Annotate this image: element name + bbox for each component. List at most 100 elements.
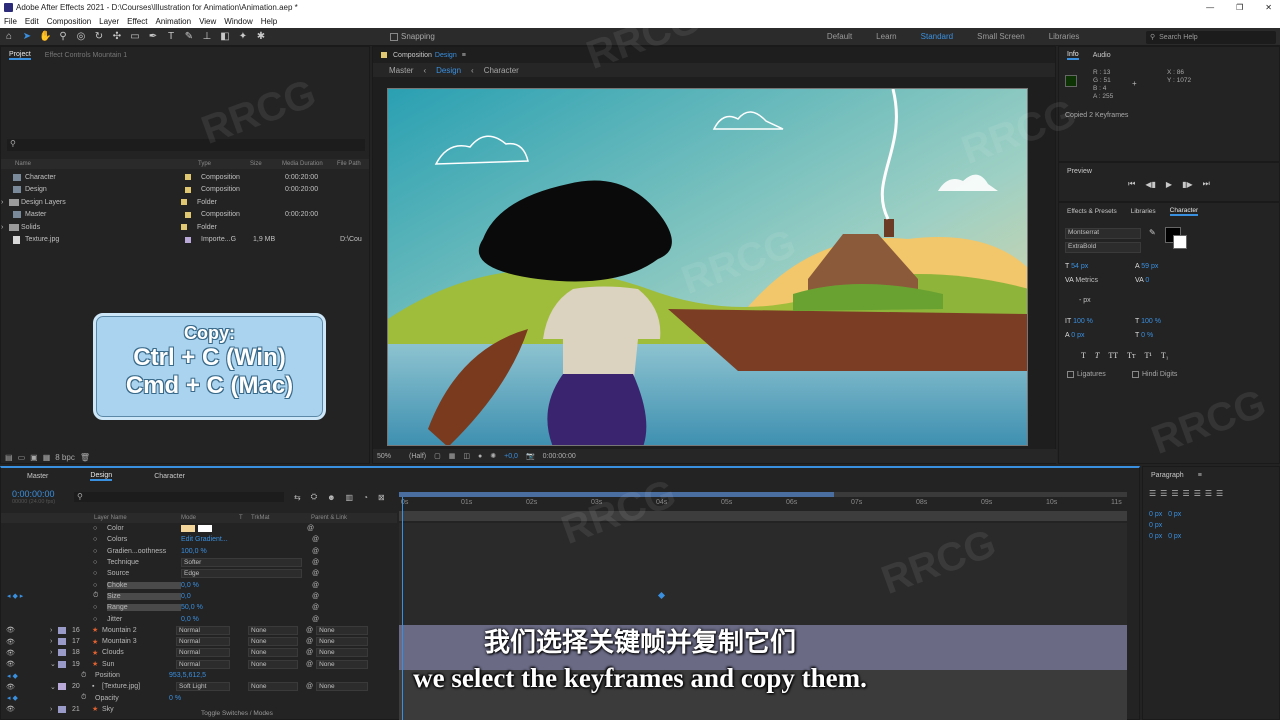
label-swatch[interactable] [185, 174, 191, 181]
grid-icon[interactable]: ▦ [449, 452, 456, 460]
font-size-field[interactable]: T 54 px [1065, 263, 1088, 270]
ligatures-option[interactable]: Ligatures [1067, 371, 1106, 378]
color-channel-icon[interactable]: ● [478, 453, 482, 460]
label-swatch[interactable] [181, 199, 187, 206]
menu-effect[interactable]: Effect [127, 17, 147, 26]
resolution-dropdown[interactable]: (Half) [409, 453, 426, 460]
font-family-dropdown[interactable]: Montserrat [1065, 228, 1141, 239]
property-value[interactable]: 0 % [169, 695, 181, 702]
stroke-color-swatch[interactable] [1173, 235, 1187, 249]
property-value[interactable]: 0,0 % [181, 582, 312, 589]
workspace-learn[interactable]: Learn [876, 32, 896, 41]
rotate-tool-icon[interactable]: ↻ [93, 31, 105, 43]
rectangle-tool-icon[interactable]: ▭ [129, 31, 141, 43]
new-composition-icon[interactable]: ▣ [30, 453, 38, 462]
shy-icon[interactable]: ☻ [327, 493, 335, 502]
vertical-scale-field[interactable]: IT 100 % [1065, 318, 1093, 325]
space-after[interactable]: 0 px [1168, 533, 1181, 540]
col-name[interactable]: Name [15, 161, 198, 167]
col-duration[interactable]: Media Duration [282, 161, 337, 167]
label-swatch[interactable] [58, 705, 66, 713]
search-help-input[interactable]: ⚲ Search Help [1146, 31, 1276, 44]
close-button[interactable]: ✕ [1265, 3, 1272, 12]
property-row[interactable]: ◂ ◆ ▸ ⏱ Size 0,0 @ [1, 591, 397, 602]
hindi-digits-option[interactable]: Hindi Digits [1132, 371, 1177, 378]
kerning-field[interactable]: VA Metrics [1065, 277, 1098, 284]
eyedropper-icon[interactable]: ✎ [1149, 228, 1156, 237]
small-caps-button[interactable]: Tт [1127, 351, 1135, 360]
puppet-tool-icon[interactable]: ✱ [255, 31, 267, 43]
tab-composition-name[interactable]: Design [435, 52, 457, 59]
tab-effect-controls[interactable]: Effect Controls Mountain 1 [45, 52, 127, 59]
workspace-default[interactable]: Default [827, 32, 852, 41]
graph-editor-icon[interactable]: ⊠ [378, 493, 385, 502]
col-type[interactable]: Type [198, 161, 250, 167]
first-frame-icon[interactable]: ⏮ [1128, 179, 1135, 189]
list-item[interactable]: › Design Layers Folder [1, 196, 369, 209]
hindi-digits-checkbox[interactable] [1132, 371, 1139, 378]
bpc-label[interactable]: 8 bpc [55, 453, 75, 462]
tsume-field[interactable]: T 0 % [1135, 332, 1153, 339]
property-value[interactable]: 100,0 % [181, 548, 312, 555]
tab-effects-presets[interactable]: Effects & Presets [1067, 208, 1117, 215]
eye-icon[interactable]: 👁 [6, 705, 50, 713]
viewer-timecode[interactable]: 0:00:00:00 [543, 453, 576, 460]
tab-character[interactable]: Character [1169, 207, 1199, 216]
menu-edit[interactable]: Edit [25, 17, 39, 26]
frame-blending-icon[interactable]: ▥ [346, 493, 354, 502]
interpret-footage-icon[interactable]: ▤ [5, 453, 13, 462]
list-item[interactable]: Master Composition 0:00:20:00 [1, 209, 369, 222]
menu-composition[interactable]: Composition [47, 17, 91, 26]
hand-tool-icon[interactable]: ✋ [39, 31, 51, 43]
property-value[interactable]: 0,0 [181, 593, 312, 600]
type-tool-icon[interactable]: T [165, 31, 177, 43]
label-swatch[interactable] [185, 211, 191, 218]
breadcrumb-design[interactable]: Design [436, 66, 461, 75]
eraser-tool-icon[interactable]: ◧ [219, 31, 231, 43]
col-layer-name[interactable]: Layer Name [94, 515, 181, 521]
subscript-button[interactable]: T₁ [1161, 351, 1169, 360]
timeline-timecode[interactable]: 0:00:00:00 [12, 489, 55, 499]
list-item[interactable]: › Solids Folder [1, 221, 369, 234]
first-line-indent[interactable]: 0 px [1149, 522, 1162, 529]
label-swatch[interactable] [185, 236, 191, 243]
font-style-dropdown[interactable]: ExtraBold [1065, 242, 1141, 253]
tab-project[interactable]: Project [9, 51, 31, 60]
justify-all-icon[interactable]: ☰ [1216, 489, 1223, 498]
baseline-shift-field[interactable]: A 0 px [1065, 332, 1084, 339]
menu-view[interactable]: View [199, 17, 216, 26]
property-row[interactable]: ○ Colors Edit Gradient... @ [1, 534, 397, 545]
menu-window[interactable]: Window [224, 17, 252, 26]
align-center-icon[interactable]: ☰ [1160, 489, 1167, 498]
property-value[interactable]: Edit Gradient... [181, 536, 312, 543]
faux-bold-button[interactable]: T [1081, 351, 1086, 360]
menu-icon[interactable]: ≡ [462, 52, 466, 59]
col-trkmat[interactable]: TrkMat [251, 515, 311, 521]
play-icon[interactable]: ▶ [1166, 180, 1172, 189]
snapshot-icon[interactable]: 📷 [526, 452, 535, 460]
color-swatch[interactable] [181, 525, 195, 533]
property-row[interactable]: ○ Gradien...oothness 100,0 % @ [1, 546, 397, 557]
prev-frame-icon[interactable]: ◀▮ [1145, 180, 1156, 189]
col-size[interactable]: Size [250, 161, 282, 167]
right-indent[interactable]: 0 px [1168, 511, 1181, 518]
breadcrumb-master[interactable]: Master [389, 66, 413, 75]
color-swatch[interactable] [198, 525, 212, 533]
layer-row[interactable]: 👁 › 21 ★ Sky [1, 704, 397, 715]
tracking-field[interactable]: VA 0 [1135, 277, 1149, 284]
property-dropdown[interactable]: Edge [181, 569, 302, 579]
selection-tool-icon[interactable]: ➤ [21, 31, 33, 43]
property-row[interactable]: ○ Choke 0,0 % @ [1, 579, 397, 590]
tab-master[interactable]: Master [27, 473, 48, 480]
roto-brush-tool-icon[interactable]: ✦ [237, 31, 249, 43]
col-parent[interactable]: Parent & Link [311, 515, 347, 521]
property-row[interactable]: ○ Source Edge @ [1, 568, 397, 579]
tab-libraries[interactable]: Libraries [1131, 208, 1156, 215]
col-t[interactable]: T [239, 515, 251, 521]
property-dropdown[interactable]: Softer [181, 558, 302, 568]
trash-icon[interactable]: 🗑 [80, 453, 90, 462]
composition-flowchart-icon[interactable]: ⇆ [294, 493, 301, 502]
toggle-switches-modes[interactable]: Toggle Switches / Modes [201, 710, 273, 717]
workspace-small-screen[interactable]: Small Screen [977, 32, 1025, 41]
mask-icon[interactable]: ◫ [463, 452, 470, 460]
